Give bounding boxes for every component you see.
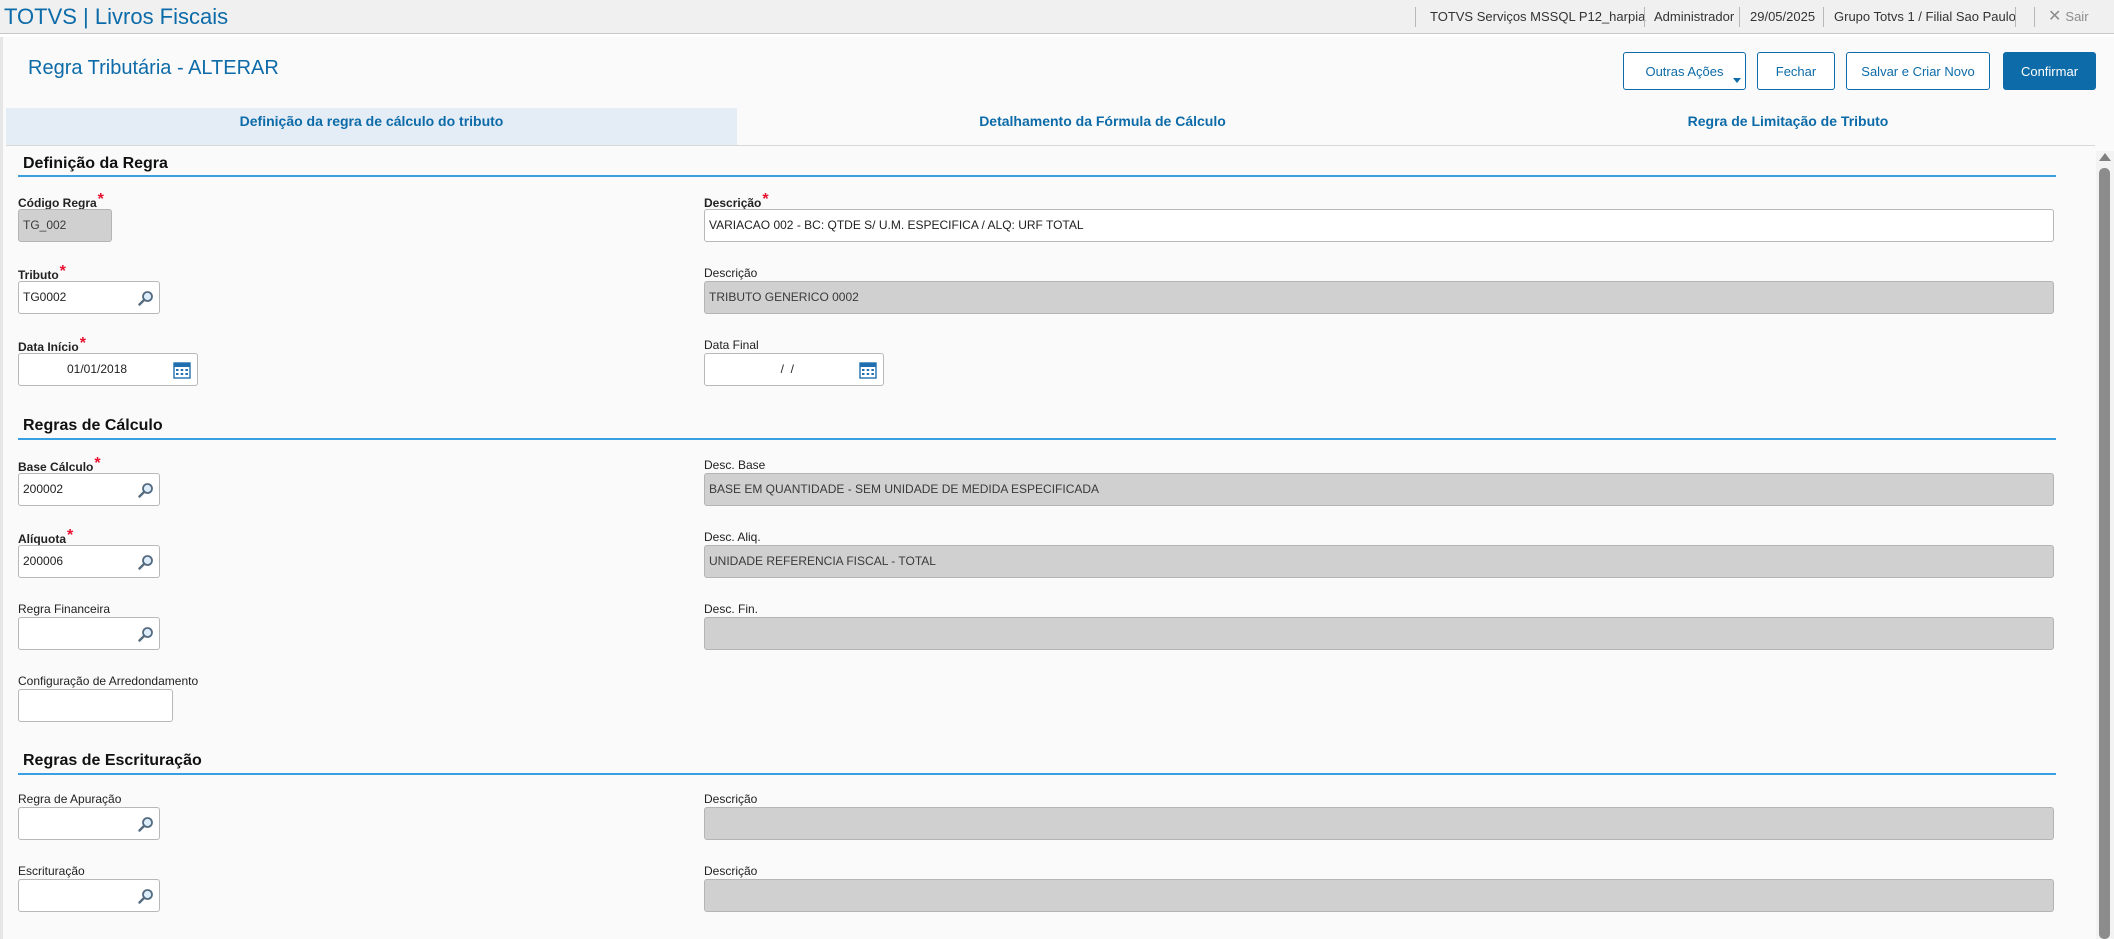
vertical-scrollbar[interactable]: [2096, 151, 2114, 939]
tab-bar: Definição da regra de cálculo do tributo…: [6, 108, 2095, 146]
desc-fin-field: [704, 617, 2054, 650]
regra-financeira-field[interactable]: [18, 617, 160, 650]
section-title-escrituracao: Regras de Escrituração: [23, 752, 202, 769]
escrituracao-descricao-label: Descrição: [704, 864, 758, 878]
calendar-icon[interactable]: [173, 361, 191, 379]
section-title-definicao: Definição da Regra: [23, 155, 168, 172]
search-icon[interactable]: [138, 482, 154, 498]
search-icon[interactable]: [138, 816, 154, 832]
logout-label: Sair: [2065, 9, 2089, 24]
chevron-down-icon: [1733, 78, 1741, 83]
regra-apuracao-field[interactable]: [18, 807, 160, 840]
desc-aliq-label: Desc. Aliq.: [704, 530, 761, 544]
tributo-value: TG0002: [23, 290, 67, 304]
escrituracao-descricao-field: [704, 879, 2054, 912]
search-icon[interactable]: [138, 626, 154, 642]
regra-apuracao-label: Regra de Apuração: [18, 792, 122, 806]
scroll-up-icon[interactable]: [2099, 153, 2111, 161]
app-title: TOTVS | Livros Fiscais: [4, 4, 229, 29]
data-final-label: Data Final: [704, 338, 759, 352]
escrituracao-label: Escrituração: [18, 864, 85, 878]
page-title: Regra Tributária - ALTERAR: [28, 57, 279, 79]
data-final-value: / /: [774, 362, 795, 376]
left-border: [0, 37, 3, 939]
base-calculo-value: 200002: [23, 482, 64, 496]
environment-label: TOTVS Serviços MSSQL P12_harpia: [1430, 9, 1646, 24]
data-final-field[interactable]: / /: [704, 353, 884, 386]
arredondamento-label: Configuração de Arredondamento: [18, 674, 199, 688]
divider: [1644, 7, 1645, 27]
regra-financeira-label: Regra Financeira: [18, 602, 111, 616]
system-date[interactable]: 29/05/2025: [1750, 0, 1815, 34]
section-divider: [18, 175, 2056, 177]
confirm-button[interactable]: Confirmar: [2003, 52, 2096, 90]
search-icon[interactable]: [138, 888, 154, 904]
escrituracao-field[interactable]: [18, 879, 160, 912]
top-bar: TOTVS | Livros Fiscais TOTVS Serviços MS…: [0, 0, 2114, 34]
section-divider: [18, 438, 2056, 440]
data-inicio-value: 01/01/2018: [67, 362, 128, 376]
desc-base-field: BASE EM QUANTIDADE - SEM UNIDADE DE MEDI…: [704, 473, 2054, 506]
section-title-calculo: Regras de Cálculo: [23, 417, 163, 434]
tab-detalhamento-formula[interactable]: Detalhamento da Fórmula de Cálculo: [737, 108, 1468, 145]
apuracao-descricao-label: Descrição: [704, 792, 758, 806]
search-icon[interactable]: [138, 554, 154, 570]
calendar-icon[interactable]: [859, 361, 877, 379]
tab-definicao-regra[interactable]: Definição da regra de cálculo do tributo: [6, 108, 737, 145]
close-button[interactable]: Fechar: [1757, 52, 1835, 90]
arredondamento-field[interactable]: [18, 689, 173, 722]
branch-label[interactable]: Grupo Totvs 1 / Filial Sao Paulo: [1834, 0, 2016, 34]
divider: [2015, 7, 2016, 27]
desc-base-label: Desc. Base: [704, 458, 766, 472]
divider: [1415, 7, 1416, 27]
divider: [1823, 7, 1824, 27]
logout-button[interactable]: ✕ Sair: [2048, 0, 2089, 34]
save-and-new-button[interactable]: Salvar e Criar Novo: [1846, 52, 1990, 90]
divider: [2034, 7, 2035, 27]
close-icon: ✕: [2048, 8, 2062, 25]
other-actions-label: Outras Ações: [1645, 63, 1724, 79]
desc-aliq-field: UNIDADE REFERENCIA FISCAL - TOTAL: [704, 545, 2054, 578]
desc-fin-label: Desc. Fin.: [704, 602, 759, 616]
aliquota-value: 200006: [23, 554, 64, 568]
tab-limitacao-tributo[interactable]: Regra de Limitação de Tributo: [1468, 108, 2108, 145]
scrollbar-thumb[interactable]: [2099, 168, 2110, 939]
divider: [1739, 7, 1740, 27]
apuracao-descricao-field: [704, 807, 2054, 840]
search-icon[interactable]: [138, 290, 154, 306]
other-actions-button[interactable]: Outras Ações: [1623, 52, 1746, 90]
section-divider: [18, 773, 2056, 775]
tributo-field[interactable]: TG0002: [18, 281, 160, 314]
tributo-descricao-field: TRIBUTO GENERICO 0002: [704, 281, 2054, 314]
data-inicio-field[interactable]: 01/01/2018: [18, 353, 198, 386]
user-name[interactable]: Administrador: [1654, 0, 1734, 34]
descricao-field[interactable]: VARIACAO 002 - BC: QTDE S/ U.M. ESPECIFI…: [704, 209, 2054, 242]
tributo-descricao-label: Descrição: [704, 266, 758, 280]
base-calculo-field[interactable]: 200002: [18, 473, 160, 506]
aliquota-field[interactable]: 200006: [18, 545, 160, 578]
codigo-regra-field: TG_002: [18, 209, 112, 242]
